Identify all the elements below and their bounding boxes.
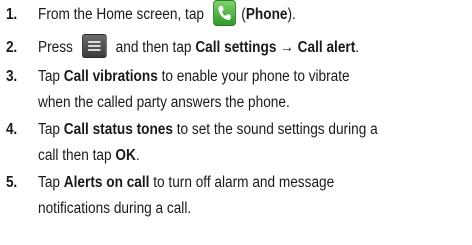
step-text-segment: notifications during a call. [38, 200, 192, 217]
step-text: Tap Alerts on call to turn off alarm and… [38, 170, 420, 222]
step-text-segment: Press [38, 39, 73, 56]
step-text-segment: Tap [38, 174, 60, 191]
step-text-segment: when the called party answers the phone. [38, 94, 290, 111]
step-text: Tap Call status tones to set the sound s… [38, 117, 420, 169]
step-number: 2. [6, 39, 18, 56]
step-line: From the Home screen, tap (Phone). [38, 0, 420, 28]
step-number: 1. [6, 6, 18, 23]
step-number: 3. [6, 68, 18, 85]
step-text-segment: . [355, 39, 360, 56]
step-line: Tap Alerts on call to turn off alarm and… [38, 170, 420, 196]
step-line: Tap Call vibrations to enable your phone… [38, 64, 420, 90]
step-number: 5. [6, 174, 18, 191]
step-text-segment: From the Home screen, tap [38, 6, 205, 24]
phone-icon [213, 0, 236, 26]
step-line: notifications during a call. [38, 196, 420, 222]
step-text-segment: Tap [38, 68, 60, 85]
step-line: when the called party answers the phone. [38, 90, 420, 116]
step-text-segment: to enable your phone to vibrate [161, 68, 350, 85]
step-line: Press and then tap Call settings → Call … [38, 33, 420, 61]
step-emphasis: Call vibrations [63, 68, 158, 85]
step-text-segment: and then tap [115, 39, 192, 56]
step-emphasis: Call settings → Call alert [195, 39, 356, 56]
step-text-segment: Tap [38, 121, 60, 138]
instruction-list: 1. From the Home screen, tap (Phone). 2.… [0, 0, 472, 245]
step-text: Tap Call vibrations to enable your phone… [38, 64, 420, 116]
step-number: 4. [6, 121, 18, 138]
step-text: Press and then tap Call settings → Call … [38, 33, 420, 61]
step-text-segment: to turn off alarm and message [153, 174, 335, 191]
step-text-segment: call then tap [38, 147, 112, 164]
step-line: call then tap OK. [38, 143, 420, 169]
step-line: Tap Call status tones to set the sound s… [38, 117, 420, 143]
step-emphasis: Call status tones [63, 121, 173, 138]
step-text: From the Home screen, tap (Phone). [38, 0, 420, 28]
step-emphasis: OK [115, 147, 136, 164]
step-text-segment: to set the sound settings during a [176, 121, 378, 138]
step-text-segment: . [135, 147, 140, 164]
step-emphasis: Alerts on call [63, 174, 150, 191]
step-text-segment: ). [287, 6, 296, 24]
menu-icon [81, 33, 107, 58]
step-emphasis: Phone [245, 6, 288, 24]
